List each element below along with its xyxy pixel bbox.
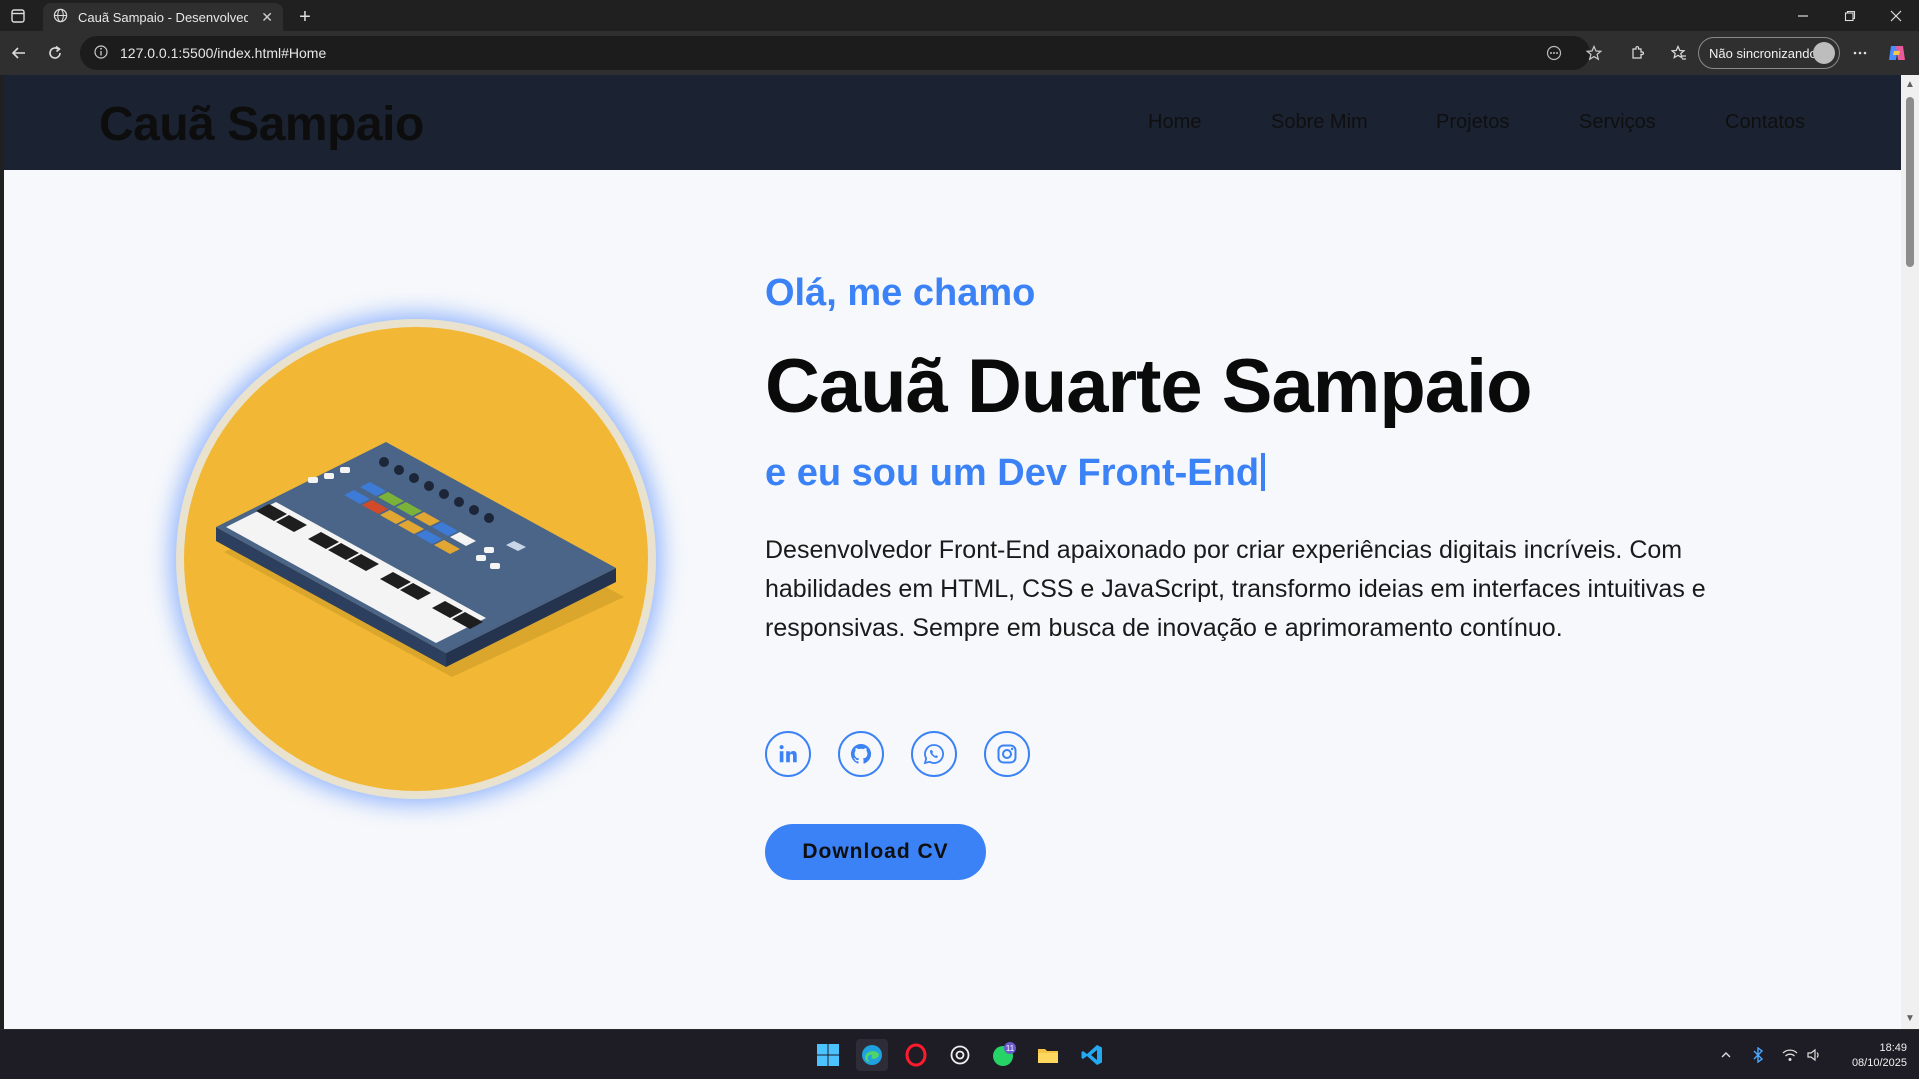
- hero-greeting: Olá, me chamo: [765, 272, 1036, 314]
- edge-browser-icon[interactable]: [856, 1039, 888, 1071]
- browser-toolbar: 127.0.0.1:5500/index.html#Home Não sincr…: [0, 31, 1919, 75]
- profile-avatar-icon: [1813, 42, 1835, 64]
- scroll-up-arrow-icon[interactable]: ▲: [1905, 79, 1915, 90]
- favorites-list-icon[interactable]: [1664, 38, 1694, 68]
- globe-icon: [53, 8, 68, 26]
- github-icon[interactable]: [838, 731, 884, 777]
- page-scrollbar[interactable]: ▲ ▼: [1901, 75, 1919, 1029]
- windows-start-icon[interactable]: [812, 1039, 844, 1071]
- instagram-icon[interactable]: [984, 731, 1030, 777]
- vscode-icon[interactable]: [1076, 1039, 1108, 1071]
- linkedin-icon[interactable]: [765, 731, 811, 777]
- url-text: 127.0.0.1:5500/index.html#Home: [120, 45, 327, 61]
- hero-name: Cauã Duarte Sampaio: [765, 344, 1533, 429]
- typing-cursor: [1261, 453, 1266, 491]
- back-arrow-icon[interactable]: [4, 38, 34, 68]
- reload-icon[interactable]: [40, 38, 70, 68]
- tab-title: Cauã Sampaio - Desenvolvedor F: [78, 9, 248, 25]
- whatsapp-app-icon[interactable]: 11: [988, 1039, 1020, 1071]
- close-window-icon[interactable]: [1873, 0, 1919, 31]
- chatgpt-icon[interactable]: [944, 1039, 976, 1071]
- profile-button[interactable]: Não sincronizando: [1698, 37, 1840, 69]
- show-hidden-icons-chevron-icon[interactable]: [1710, 1039, 1742, 1071]
- file-explorer-icon[interactable]: [1032, 1039, 1064, 1071]
- nav-servicos[interactable]: Serviços: [1579, 111, 1656, 134]
- nav-home[interactable]: Home: [1148, 111, 1201, 134]
- nav-projetos[interactable]: Projetos: [1436, 111, 1509, 134]
- volume-icon[interactable]: [1798, 1039, 1830, 1071]
- reader-mode-icon[interactable]: [1539, 38, 1569, 68]
- opera-icon[interactable]: [900, 1039, 932, 1071]
- download-cv-button[interactable]: Download CV: [765, 824, 986, 880]
- browser-tab-bar: Cauã Sampaio - Desenvolvedor F ✕ +: [0, 0, 1919, 31]
- profile-image: [176, 319, 656, 799]
- scrollbar-thumb[interactable]: [1906, 97, 1914, 267]
- more-menu-icon[interactable]: [1845, 38, 1875, 68]
- nav-contatos[interactable]: Contatos: [1725, 111, 1805, 134]
- tab-actions-icon[interactable]: [0, 0, 36, 31]
- hero-role-text: e eu sou um Dev Front-End: [765, 452, 1260, 494]
- bluetooth-icon[interactable]: [1742, 1039, 1774, 1071]
- address-bar[interactable]: 127.0.0.1:5500/index.html#Home: [80, 36, 1590, 70]
- site-header: Cauã Sampaio Home Sobre Mim Projetos Ser…: [4, 75, 1901, 170]
- site-info-icon[interactable]: [94, 44, 108, 62]
- whatsapp-icon[interactable]: [911, 731, 957, 777]
- clock-time: 18:49: [1879, 1042, 1907, 1054]
- clock-date: 08/10/2025: [1851, 1057, 1907, 1069]
- page-viewport: Cauã Sampaio Home Sobre Mim Projetos Ser…: [4, 75, 1901, 1029]
- favorite-star-icon[interactable]: [1579, 38, 1609, 68]
- extensions-icon[interactable]: [1622, 38, 1652, 68]
- browser-tab[interactable]: Cauã Sampaio - Desenvolvedor F ✕: [43, 3, 283, 31]
- copilot-icon[interactable]: [1882, 38, 1912, 68]
- restore-icon[interactable]: [1827, 0, 1873, 31]
- hero-description: Desenvolvedor Front-End apaixonado por c…: [765, 536, 1706, 642]
- whatsapp-badge: 11: [1006, 1044, 1015, 1053]
- hero-role: e eu sou um Dev Front-End: [765, 452, 1266, 495]
- minimize-icon[interactable]: [1780, 0, 1826, 31]
- site-logo[interactable]: Cauã Sampaio: [99, 97, 424, 152]
- system-clock[interactable]: 18:49 08/10/2025: [1852, 1041, 1907, 1071]
- windows-taskbar: 11 18:49 08/10/2025: [0, 1029, 1919, 1079]
- scroll-down-arrow-icon[interactable]: ▼: [1905, 1013, 1915, 1024]
- synth-keyboard-illustration: [184, 327, 648, 791]
- nav-sobre-mim[interactable]: Sobre Mim: [1271, 111, 1368, 134]
- profile-label: Não sincronizando: [1709, 45, 1817, 61]
- tab-close-icon[interactable]: ✕: [261, 9, 273, 26]
- new-tab-button[interactable]: +: [291, 3, 319, 31]
